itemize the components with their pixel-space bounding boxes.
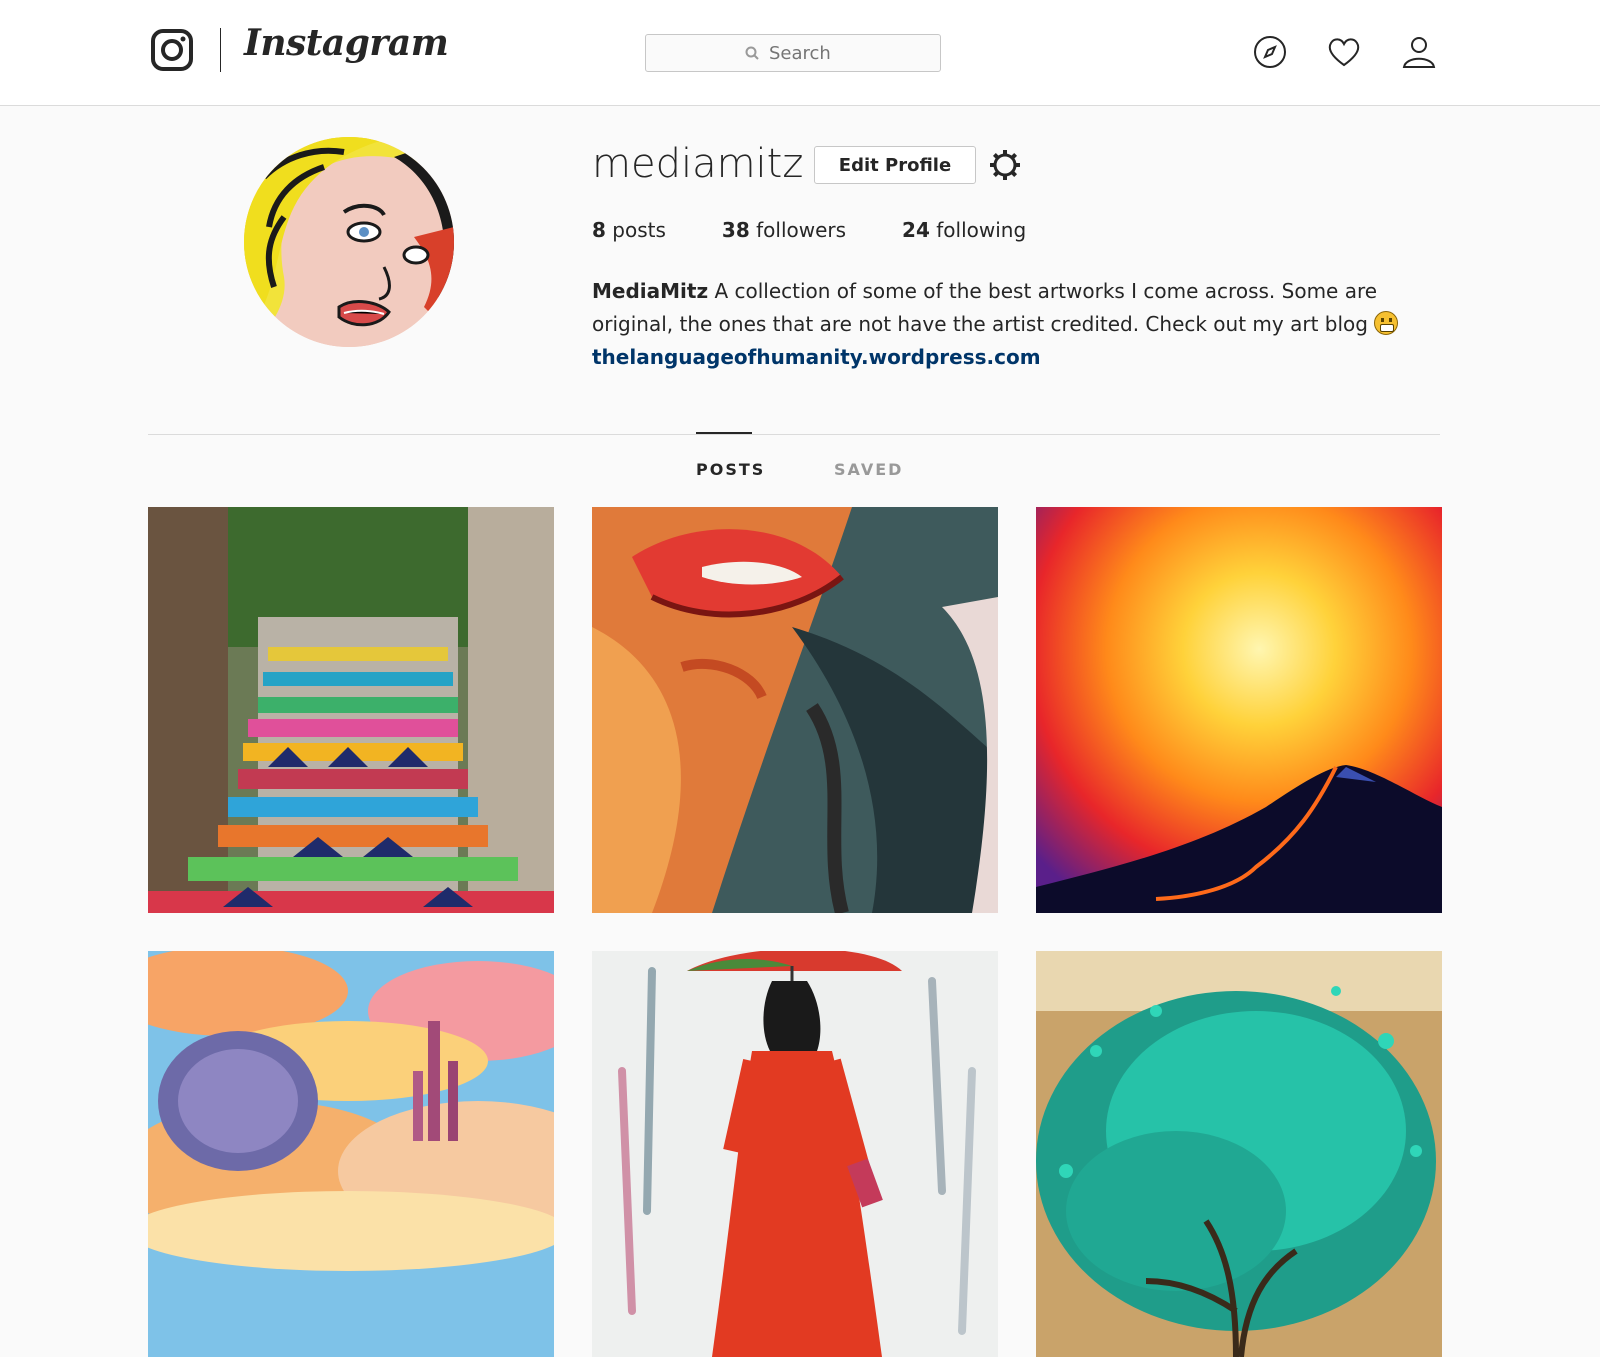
gear-icon[interactable] (988, 148, 1022, 182)
search-input[interactable] (767, 41, 841, 65)
tabs-divider (148, 434, 1440, 435)
tab-saved[interactable]: SAVED (834, 460, 903, 479)
avatar-image (244, 137, 454, 347)
post-thumbnail[interactable] (1036, 507, 1442, 913)
post-image (592, 951, 998, 1357)
post-thumbnail[interactable] (1036, 951, 1442, 1357)
post-image (148, 507, 554, 913)
instagram-glyph-icon[interactable] (150, 28, 194, 72)
profile-stats: 8 posts 38 followers 24 following (592, 218, 1082, 242)
profile-username: mediamitz (592, 141, 804, 187)
following-count: 24 (902, 218, 930, 242)
bio-name: MediaMitz (592, 279, 709, 303)
followers-stat[interactable]: 38 followers (722, 218, 846, 242)
user-icon[interactable] (1401, 34, 1437, 70)
grinning-emoji-icon (1373, 311, 1398, 335)
post-image (148, 951, 554, 1357)
post-image (592, 507, 998, 913)
post-thumbnail[interactable] (148, 507, 554, 913)
website-link[interactable]: thelanguageofhumanity.wordpress.com (592, 341, 1452, 374)
following-stat[interactable]: 24 following (902, 218, 1026, 242)
edit-profile-button[interactable]: Edit Profile (814, 146, 976, 184)
following-label: following (936, 218, 1027, 242)
posts-stat: 8 posts (592, 218, 666, 242)
bio-text: A collection of some of the best artwork… (592, 279, 1378, 336)
tab-posts[interactable]: POSTS (696, 460, 765, 479)
post-image (1036, 951, 1442, 1357)
post-thumbnail[interactable] (148, 951, 554, 1357)
posts-label: posts (612, 218, 666, 242)
post-thumbnail[interactable] (592, 507, 998, 913)
search-icon (745, 46, 759, 60)
post-thumbnail[interactable] (592, 951, 998, 1357)
followers-count: 38 (721, 218, 750, 242)
profile-bio: MediaMitz A collection of some of the be… (592, 275, 1452, 374)
heart-icon[interactable] (1326, 34, 1362, 70)
profile-avatar[interactable] (244, 137, 454, 347)
search-box[interactable] (645, 34, 941, 72)
followers-label: followers (756, 218, 847, 242)
logo-separator (220, 28, 221, 72)
post-image (1036, 507, 1442, 913)
active-tab-indicator (696, 432, 752, 434)
instagram-wordmark[interactable]: Instagram (244, 22, 449, 64)
top-navigation-bar: Instagram (0, 0, 1600, 106)
posts-count: 8 (592, 218, 606, 242)
compass-icon[interactable] (1252, 34, 1288, 70)
